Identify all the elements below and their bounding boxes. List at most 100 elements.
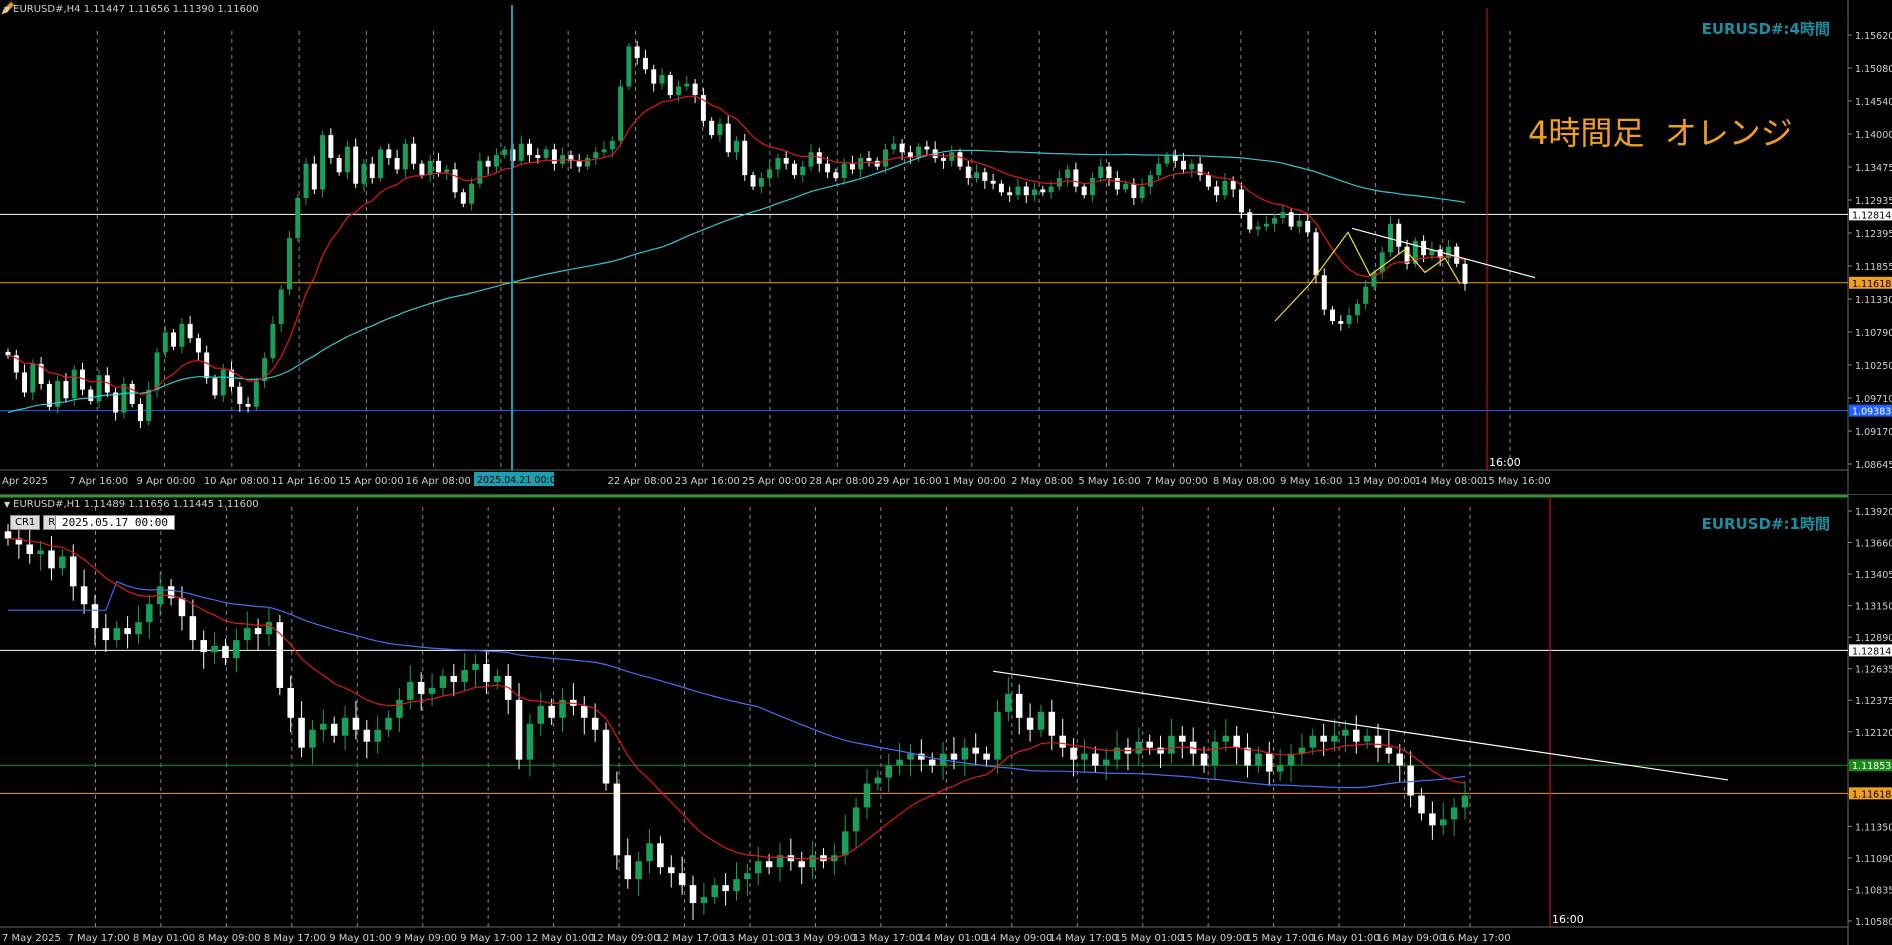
x-tick-label: 9 May 01:00 (329, 933, 391, 944)
candle-body (833, 172, 839, 178)
h4-chart-pane[interactable]: Apr 2025 7 Apr 16:00 9 Apr 00:00 10 Apr 08:… (0, 0, 1892, 494)
candle-body (1233, 735, 1240, 748)
collapse-triangle-icon[interactable]: ▼ (4, 5, 10, 14)
candle-body (535, 155, 541, 158)
time-marker-label: 16:00 (1552, 913, 1584, 926)
candle-body (1461, 795, 1469, 808)
x-tick-label: 14 May 01:00 (918, 933, 987, 944)
candle-body (609, 140, 615, 150)
candle-body (485, 160, 491, 167)
x-tick-label: 25 Apr 00:00 (742, 476, 807, 487)
candle-body (602, 729, 610, 784)
collapse-triangle-icon[interactable]: ▼ (4, 500, 10, 509)
x-tick-label: 23 Apr 16:00 (675, 476, 740, 487)
candle-body (676, 86, 682, 96)
candle-body (1288, 212, 1294, 227)
trendline (1351, 227, 1536, 279)
x-tick-label: 8 May 01:00 (133, 933, 195, 944)
cr1-button[interactable]: CR1 (10, 515, 41, 530)
h1-chart-svg[interactable]: 7 May 2025 7 May 17:00 8 May 01:00 8 May 09… (0, 495, 1892, 945)
fast-moving-average-line (7, 537, 1466, 860)
candle-body (1113, 747, 1121, 760)
candle-body (1407, 765, 1414, 796)
candle-body (113, 628, 120, 641)
y-tick-label: 1.13475 (1855, 163, 1892, 174)
candle-body (1092, 753, 1099, 766)
candle-body (1089, 178, 1095, 196)
candle-body (179, 323, 185, 347)
candle-body (885, 765, 892, 778)
candle-body (378, 149, 384, 178)
x-tick-label: 9 Apr 00:00 (137, 476, 196, 487)
candle-body (124, 628, 131, 635)
candle-body (940, 157, 946, 161)
y-tick-label: 1.10790 (1855, 328, 1892, 339)
candle-body (1230, 180, 1236, 190)
y-tick-label: 1.12375 (1855, 696, 1892, 707)
candle-body (841, 163, 847, 178)
candle-body (1032, 189, 1038, 196)
candle-body (286, 238, 292, 290)
candle-body (439, 675, 447, 688)
candle-body (1418, 795, 1425, 814)
y-tick-label: 1.12890 (1855, 633, 1892, 644)
candle-body (411, 143, 417, 164)
date-field[interactable]: 2025.05.17 00:00 (55, 515, 175, 530)
x-tick-label: 16 May 09:00 (1377, 933, 1446, 944)
candle-body (1205, 175, 1211, 187)
candle-body (461, 669, 468, 682)
candle-body (709, 120, 715, 136)
candle-body (624, 855, 632, 880)
candle-body (195, 338, 201, 353)
candle-body (1026, 717, 1034, 730)
candle-body (518, 143, 524, 161)
candle-body (361, 163, 367, 184)
candle-body (1222, 735, 1230, 742)
candle-body (369, 163, 375, 178)
candle-body (1238, 189, 1244, 213)
x-tick-label: 16 May 17:00 (1442, 933, 1511, 944)
y-tick-label: 1.09710 (1855, 394, 1892, 405)
candle-body (1379, 252, 1385, 273)
x-tick-label: 8 May 17:00 (264, 933, 326, 944)
candle-body (1139, 186, 1145, 199)
candle-body (1454, 246, 1460, 264)
x-tick-label: 5 May 16:00 (1078, 476, 1140, 487)
candle-body (1065, 169, 1071, 178)
candle-body (717, 123, 723, 136)
h1-chart-pane[interactable]: 7 May 2025 7 May 17:00 8 May 01:00 8 May 09… (0, 494, 1892, 945)
candle-body (767, 169, 773, 178)
candle-body (591, 717, 599, 730)
price-tag-label: 1.11618 (1852, 789, 1891, 800)
x-tick-label: 28 Apr 08:00 (809, 476, 874, 487)
candle-body (146, 389, 152, 422)
candle-body (692, 83, 698, 96)
h4-chart-svg[interactable]: Apr 2025 7 Apr 16:00 9 Apr 00:00 10 Apr 08:… (0, 0, 1892, 494)
y-tick-label: 1.08645 (1855, 460, 1892, 471)
candle-body (775, 157, 781, 170)
candle-body (1157, 747, 1164, 754)
candle-body (452, 169, 458, 193)
candle-body (601, 149, 607, 153)
candle-body (450, 675, 458, 682)
candle-body (891, 143, 897, 150)
candle-body (657, 843, 664, 868)
price-tag-label: 1.11853 (1852, 761, 1891, 772)
candle-body (642, 57, 648, 70)
candle-body (527, 143, 533, 156)
x-tick-label: 14 May 08:00 (1415, 476, 1484, 487)
cr-buttons: CR1 R (10, 515, 61, 530)
x-tick-label: 15 May 01:00 (1115, 933, 1184, 944)
candle-body (374, 729, 381, 742)
candle-body (243, 628, 251, 641)
x-tick-label: 16 May 01:00 (1311, 933, 1380, 944)
y-tick-label: 1.12395 (1855, 229, 1892, 240)
candle-body (1189, 163, 1195, 170)
candle-body (1135, 741, 1143, 754)
candle-body (22, 372, 28, 393)
candle-body (417, 681, 425, 694)
candle-body (493, 155, 499, 167)
y-tick-label: 1.12120 (1855, 728, 1892, 739)
candle-body (982, 172, 988, 181)
candle-body (1450, 807, 1458, 820)
